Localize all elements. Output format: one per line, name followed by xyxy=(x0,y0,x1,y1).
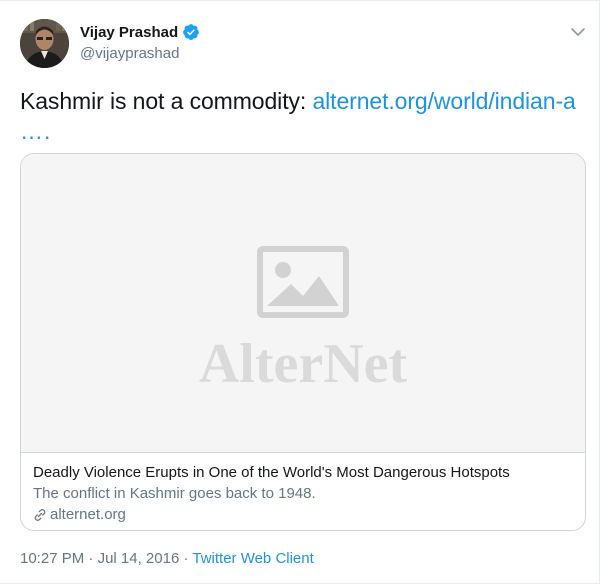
card-title[interactable]: Deadly Violence Erupts in One of the Wor… xyxy=(33,464,510,481)
card-description: The conflict in Kashmir goes back to 194… xyxy=(33,485,316,502)
meta-separator: · xyxy=(84,550,98,567)
chevron-down-icon[interactable] xyxy=(569,23,587,41)
tweet-text: Kashmir is not a commodity: alternet.org… xyxy=(20,86,580,116)
link-icon xyxy=(34,508,46,521)
top-divider xyxy=(0,0,600,1)
author-name-row[interactable]: Vijay Prashad xyxy=(80,23,200,41)
card-image[interactable]: AlterNet xyxy=(21,154,585,453)
alternet-logo: AlterNet xyxy=(198,333,408,395)
verified-badge-icon xyxy=(182,23,200,41)
meta-separator-2: · xyxy=(179,550,193,567)
link-card[interactable]: AlterNet Deadly Violence Erupts in One o… xyxy=(20,153,586,531)
card-domain[interactable]: alternet.org xyxy=(33,506,126,523)
tweet-link[interactable]: alternet.org/world/indian-a xyxy=(312,88,575,114)
tweet-link-ellipsis[interactable]: …. xyxy=(20,116,51,146)
avatar[interactable] xyxy=(20,19,69,68)
tweet-client[interactable]: Twitter Web Client xyxy=(192,550,313,567)
author-handle[interactable]: @vijayprashad xyxy=(80,45,179,62)
author-name[interactable]: Vijay Prashad xyxy=(80,24,178,41)
tweet-meta: 10:27 PM · Jul 14, 2016 · Twitter Web Cl… xyxy=(20,550,314,567)
card-domain-text[interactable]: alternet.org xyxy=(50,506,126,523)
tweet-body: Kashmir is not a commodity: xyxy=(20,88,313,114)
tweet-time[interactable]: 10:27 PM xyxy=(20,550,84,567)
tweet-date[interactable]: Jul 14, 2016 xyxy=(98,550,180,567)
image-placeholder-icon xyxy=(257,246,349,318)
